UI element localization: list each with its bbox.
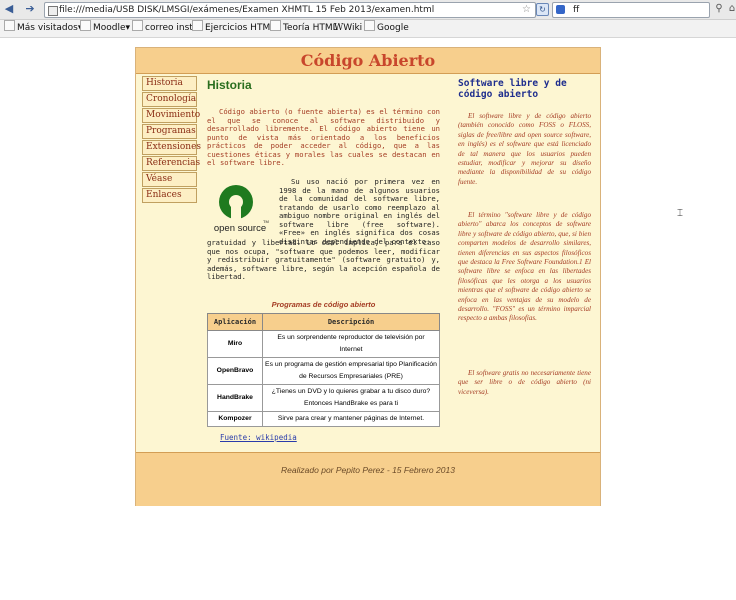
page-footer: Realizado por Pepito Perez - 15 Febrero … — [136, 452, 600, 506]
table-row: HandBrake ¿Tienes un DVD y lo quieres gr… — [207, 384, 440, 412]
history-paragraph-continued: gratuidad y libertad. Lo cual implica, p… — [207, 238, 440, 281]
app-description-cell: Es un sorprendente reproductor de televi… — [262, 330, 440, 358]
aside-paragraph-1: El software libre y de código abierto (t… — [458, 112, 591, 186]
nav-item-cronologia[interactable]: Cronología — [142, 92, 197, 107]
nav-item-vease[interactable]: Véase — [142, 172, 197, 187]
search-engine-icon[interactable] — [556, 5, 565, 14]
bookmark-page-icon — [192, 20, 203, 31]
app-description-cell: Sirve para crear y mantener páginas de I… — [262, 411, 440, 427]
history-paragraph: Su uso nació por primera vez en 1998 de … — [279, 177, 440, 246]
intro-paragraph: Código abierto (o fuente abierta) es el … — [207, 107, 440, 167]
footer-text: Realizado por Pepito Perez - 15 Febrero … — [281, 465, 455, 475]
logo-text: open source — [214, 223, 266, 234]
url-text[interactable]: file:///media/USB DISK/LMSGI/exámenes/Ex… — [59, 3, 434, 17]
nav-item-extensiones[interactable]: Extensiones — [142, 140, 201, 155]
table-row: OpenBravo Es un programa de gestión empr… — [207, 357, 440, 385]
addon-icon[interactable]: ⚲ — [713, 3, 725, 15]
web-page: Código Abierto Historia Cronología Movim… — [135, 47, 601, 506]
app-description-cell: Es un programa de gestión empresarial ti… — [262, 357, 440, 385]
programs-table: Aplicación Descripción Miro Es un sorpre… — [207, 313, 440, 427]
column-header-aplicacion: Aplicación — [207, 313, 263, 331]
bookmark-moodle[interactable]: Moodle▾ — [80, 20, 130, 37]
source-link[interactable]: Fuente: wikipedia — [220, 433, 297, 442]
aside-column: Software libre y de código abierto — [458, 78, 591, 100]
section-heading: Historia — [207, 78, 252, 92]
forward-arrow-icon[interactable]: ➔ — [24, 3, 36, 15]
mouse-cursor-icon: ⌶ — [677, 208, 683, 219]
table-header-row: Aplicación Descripción — [207, 313, 440, 331]
logo-trademark: TM — [263, 219, 269, 224]
bookmark-page-icon — [132, 20, 143, 31]
column-header-descripcion: Descripción — [262, 313, 440, 331]
aside-paragraph-3: El software gratis no necesariamente tie… — [458, 369, 591, 396]
bookmark-page-icon — [364, 20, 375, 31]
bookmark-wiki[interactable]: WWiki — [334, 20, 362, 37]
app-name-cell: Kompozer — [207, 411, 263, 427]
bookmark-folder-icon — [4, 20, 15, 31]
bookmark-mas-visitados[interactable]: Más visitados▾ — [4, 20, 82, 37]
page-header: Código Abierto — [136, 48, 600, 74]
logo-keyhole-inner — [229, 195, 243, 209]
nav-item-historia[interactable]: Historia — [142, 76, 197, 91]
table-row: Miro Es un sorprendente reproductor de t… — [207, 330, 440, 358]
bookmark-folder-icon — [80, 20, 91, 31]
bookmark-correo-insti[interactable]: correo insti — [132, 20, 195, 37]
bookmark-google[interactable]: Google — [364, 20, 409, 37]
logo-keyhole-gap — [231, 207, 241, 220]
app-name-cell: HandBrake — [207, 384, 263, 412]
nav-item-enlaces[interactable]: Enlaces — [142, 188, 197, 203]
nav-item-movimiento[interactable]: Movimiento — [142, 108, 200, 123]
app-name-cell: Miro — [207, 330, 263, 358]
app-description-cell: ¿Tienes un DVD y lo quieres grabar a tu … — [262, 384, 440, 412]
open-source-logo: open source TM — [214, 185, 269, 234]
page-favicon-icon — [48, 6, 58, 16]
page-title: Código Abierto — [300, 51, 436, 70]
bookmark-ejercicios-html[interactable]: Ejercicios HTML — [192, 20, 275, 37]
app-name-cell: OpenBravo — [207, 357, 263, 385]
wikipedia-icon: W — [334, 23, 344, 33]
side-nav: Historia Cronología Movimiento Programas… — [142, 76, 201, 204]
search-box[interactable]: ff — [552, 2, 710, 18]
back-arrow-icon[interactable]: ◀ — [3, 3, 15, 15]
bookmark-teoria-html[interactable]: Teoría HTML — [270, 20, 338, 37]
search-input[interactable]: ff — [573, 3, 579, 17]
bookmark-page-icon — [270, 20, 281, 31]
nav-item-referencias[interactable]: Referencias — [142, 156, 200, 171]
home-icon[interactable]: ⌂ — [726, 3, 736, 15]
aside-heading: Software libre y de código abierto — [458, 78, 567, 100]
table-row: Kompozer Sirve para crear y mantener pág… — [207, 411, 440, 427]
table-caption: Programas de código abierto — [271, 300, 376, 309]
bookmark-star-icon[interactable]: ☆ — [522, 3, 531, 17]
address-bar[interactable]: file:///media/USB DISK/LMSGI/exámenes/Ex… — [44, 2, 536, 18]
bookmarks-bar: Más visitados▾ Moodle▾ correo insti Ejer… — [0, 20, 736, 38]
main-content: Historia — [207, 78, 440, 92]
nav-item-programas[interactable]: Programas — [142, 124, 197, 139]
browser-toolbar: ◀ ➔ file:///media/USB DISK/LMSGI/exámene… — [0, 0, 736, 20]
reload-icon[interactable]: ↻ — [536, 3, 549, 16]
aside-paragraph-2: El término "software libre y de código a… — [458, 211, 591, 323]
